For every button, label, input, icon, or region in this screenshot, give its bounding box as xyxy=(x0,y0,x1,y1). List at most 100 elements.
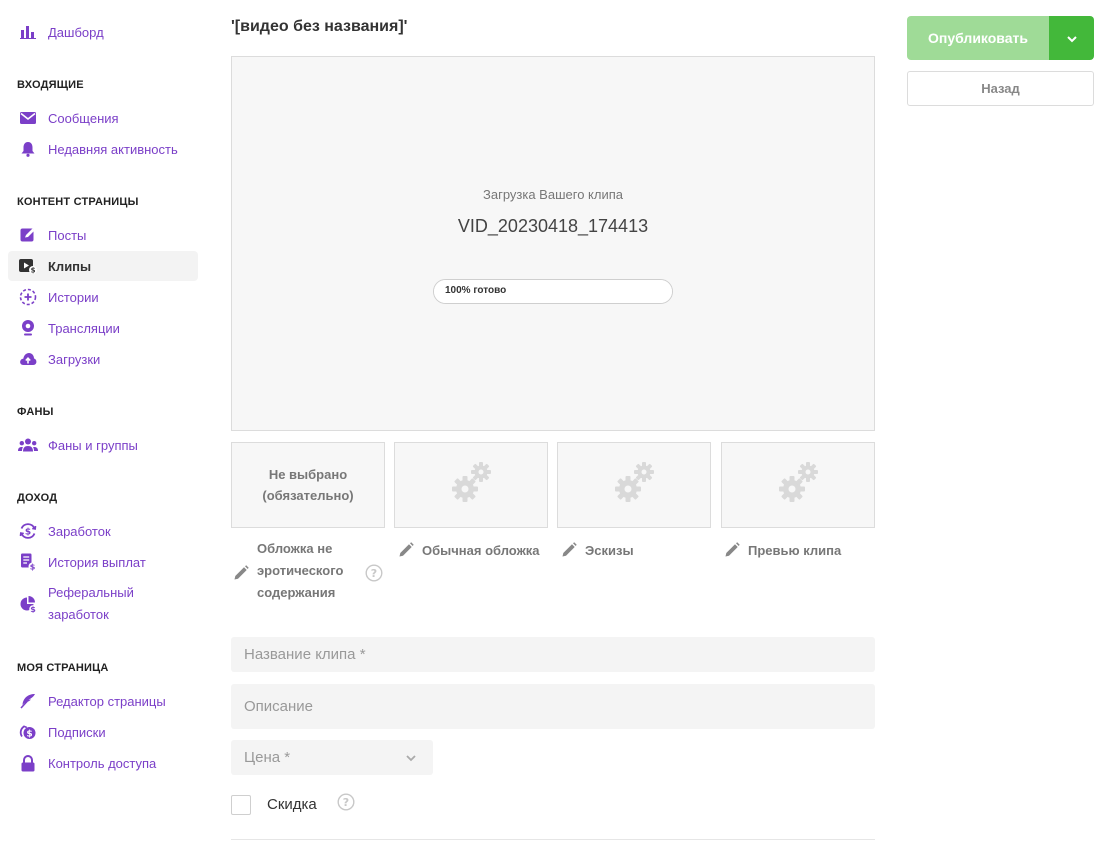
discount-label: Скидка xyxy=(267,796,317,813)
sidebar-item-earnings[interactable]: $ Заработок xyxy=(8,516,198,546)
bar-chart-icon xyxy=(18,22,38,42)
sidebar-item-label: Фаны и группы xyxy=(48,437,138,453)
label-line3: содержания xyxy=(257,585,336,600)
svg-text:$: $ xyxy=(25,527,31,537)
sidebar-item-recent-activity[interactable]: Недавняя активность xyxy=(8,134,198,164)
sidebar-item-label: Подписки xyxy=(48,724,106,740)
section-title-fans: ФАНЫ xyxy=(17,406,54,418)
clip-title-input[interactable] xyxy=(231,637,875,672)
sidebar-item-label: Реферальный заработок xyxy=(48,582,134,626)
upload-progress-text: 100% готово xyxy=(445,285,507,296)
edit-icon xyxy=(18,225,38,245)
sidebar-item-streams[interactable]: Трансляции xyxy=(8,313,198,343)
label-clip-preview[interactable]: Превью клипа xyxy=(724,542,841,558)
section-title-income: ДОХОД xyxy=(17,492,58,504)
label-line1: Обложка не xyxy=(257,541,333,556)
sidebar-item-label: Посты xyxy=(48,227,87,243)
upload-progress-bar: 100% готово xyxy=(433,279,673,304)
publish-options-button[interactable] xyxy=(1049,16,1094,60)
gears-icon xyxy=(447,459,495,512)
sidebar-item-label-line2: заработок xyxy=(48,607,109,622)
sidebar-item-label: Недавняя активность xyxy=(48,141,178,157)
sidebar-item-payout-history[interactable]: $ История выплат xyxy=(8,547,198,577)
thumb-nonerotic-cover[interactable]: Не выбрано (обязательно) xyxy=(231,442,385,528)
sidebar-item-label: Трансляции xyxy=(48,320,120,336)
gears-icon xyxy=(774,459,822,512)
sidebar-item-label-line1: Реферальный xyxy=(48,585,134,600)
label-sketches[interactable]: Эскизы xyxy=(561,542,634,558)
discount-checkbox[interactable] xyxy=(231,794,251,815)
sidebar-item-messages[interactable]: Сообщения xyxy=(8,103,198,133)
thumb-placeholder-line1: Не выбрано xyxy=(268,467,348,482)
sidebar-item-page-editor[interactable]: Редактор страницы xyxy=(8,686,198,716)
sidebar-item-label: Загрузки xyxy=(48,351,101,367)
sidebar-item-uploads[interactable]: Загрузки xyxy=(8,344,198,374)
thumb-clip-preview[interactable] xyxy=(721,442,875,528)
thumb-placeholder-text: Не выбрано (обязательно) xyxy=(262,464,353,506)
sidebar-item-label: Клипы xyxy=(48,258,92,274)
payout-history-icon: $ xyxy=(18,552,38,572)
help-icon[interactable]: ? xyxy=(365,564,383,587)
svg-text:$: $ xyxy=(30,605,36,613)
section-title-my-page: МОЯ СТРАНИЦА xyxy=(17,662,109,674)
gears-icon xyxy=(610,459,658,512)
sidebar-item-referral-earnings[interactable]: $ Реферальный заработок xyxy=(8,582,198,626)
sidebar-item-dashboard[interactable]: Дашборд xyxy=(8,17,198,47)
label-line2: эротического xyxy=(257,563,344,578)
publish-button[interactable]: Опубликовать xyxy=(907,16,1049,60)
users-icon xyxy=(18,435,38,455)
help-icon[interactable]: ? xyxy=(337,793,355,816)
label-regular-cover[interactable]: Обычная обложка xyxy=(398,542,540,558)
sidebar-item-label: Истории xyxy=(48,289,99,305)
lock-icon xyxy=(18,753,38,773)
section-title-inbox: ВХОДЯЩИЕ xyxy=(17,79,84,91)
svg-text:$: $ xyxy=(26,729,32,739)
sidebar-item-label: Контроль доступа xyxy=(48,755,157,771)
svg-text:?: ? xyxy=(371,567,377,580)
pie-chart-icon: $ xyxy=(18,594,38,614)
chevron-down-icon xyxy=(1066,31,1078,46)
upload-filename: VID_20230418_174413 xyxy=(457,216,649,236)
envelope-icon xyxy=(18,108,38,128)
svg-text:$: $ xyxy=(31,267,36,275)
sidebar-item-label: Сообщения xyxy=(48,110,119,126)
sidebar-item-label: Заработок xyxy=(48,523,111,539)
sidebar-item-label: История выплат xyxy=(48,554,146,570)
label-regular-text: Обычная обложка xyxy=(422,542,540,558)
bell-icon xyxy=(18,139,38,159)
price-select[interactable]: Цена * xyxy=(231,740,433,775)
label-nonerotic-text: Обложка не эротического содержания xyxy=(257,538,367,604)
label-preview-text: Превью клипа xyxy=(748,542,842,558)
sidebar-item-clips[interactable]: $ Клипы xyxy=(8,251,198,281)
sidebar-item-subscriptions[interactable]: $ Подписки xyxy=(8,717,198,747)
chevron-down-icon xyxy=(405,754,417,762)
discount-row: Скидка ? xyxy=(231,793,355,816)
sidebar-item-stories[interactable]: Истории xyxy=(8,282,198,312)
cloud-upload-icon xyxy=(18,349,38,369)
upload-area: Загрузка Вашего клипа VID_20230418_17441… xyxy=(231,56,875,431)
story-icon xyxy=(18,287,38,307)
thumb-placeholder-line2: (обязательно) xyxy=(262,488,354,503)
clip-description-input[interactable] xyxy=(231,684,875,729)
back-button[interactable]: Назад xyxy=(907,71,1094,106)
svg-text:$: $ xyxy=(30,562,36,571)
feather-icon xyxy=(18,691,38,711)
section-title-content: КОНТЕНТ СТРАНИЦЫ xyxy=(17,196,139,208)
label-sketches-text: Эскизы xyxy=(585,542,634,558)
pencil-icon xyxy=(724,542,740,558)
pencil-icon xyxy=(561,542,577,558)
thumb-sketches[interactable] xyxy=(557,442,711,528)
price-select-value: Цена * xyxy=(244,749,291,766)
sidebar-item-label: Дашборд xyxy=(48,24,104,40)
clip-icon: $ xyxy=(18,256,38,276)
subscription-icon: $ xyxy=(18,722,38,742)
webcam-icon xyxy=(18,318,38,338)
page-title: '[видео без названия]' xyxy=(231,18,408,35)
sidebar-item-access-control[interactable]: Контроль доступа xyxy=(8,748,198,778)
sidebar-item-posts[interactable]: Посты xyxy=(8,220,198,250)
dollar-cycle-icon: $ xyxy=(18,521,38,541)
upload-caption: Загрузка Вашего клипа xyxy=(483,187,623,202)
thumb-regular-cover[interactable] xyxy=(394,442,548,528)
sidebar-item-fans-groups[interactable]: Фаны и группы xyxy=(8,430,198,460)
pencil-icon xyxy=(398,542,414,558)
